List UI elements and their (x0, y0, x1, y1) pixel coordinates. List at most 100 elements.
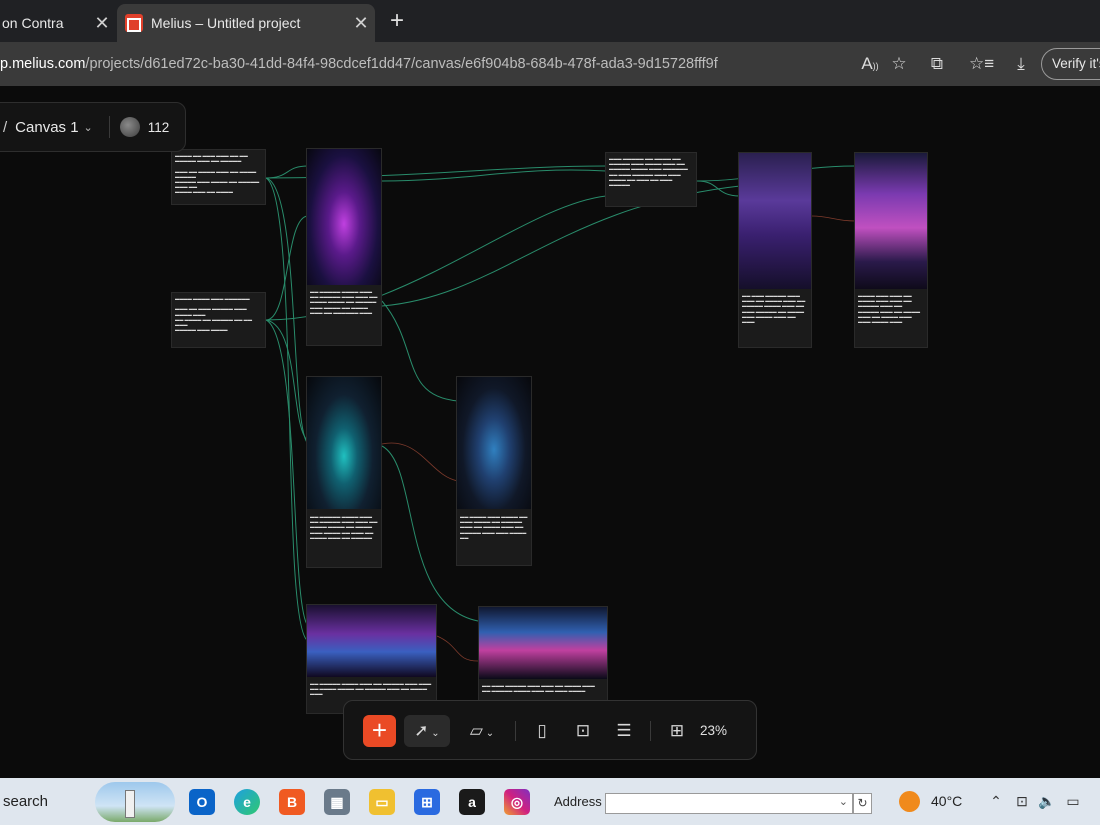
windows-taskbar: search O e B ▦ ▭ ⊞ a ◎ Address ⌄ ↻ 40°C … (0, 778, 1100, 825)
generated-image (855, 153, 927, 289)
generated-image (739, 153, 811, 289)
image-node[interactable]: ▬▬ ▬▬▬ ▬▬▬▬▬ ▬▬▬ ▬▬▬ ▬▬ ▬▬▬▬ ▬▬▬ ▬▬ ▬▬▬▬… (738, 152, 812, 348)
prompt-text: ▬▬▬ ▬▬▬▬▬ ▬▬ ▬▬▬▬ ▬▬ ▬▬▬▬▬ ▬▬▬ ▬▬▬▬ ▬▬▬ … (609, 156, 688, 188)
prompt-text: ▬▬▬▬ ▬▬ ▬▬▬ ▬▬▬ ▬▬ ▬▬ ▬▬▬▬▬ ▬▬▬ ▬▬ ▬▬▬▬▬… (175, 153, 260, 195)
connector-line (265, 177, 309, 642)
connector-line (381, 442, 459, 482)
map-icon: ⊞ (669, 721, 685, 740)
calculator-icon[interactable]: ▦ (324, 789, 350, 815)
tab-melius[interactable]: Melius – Untitled project ✕ (117, 4, 375, 42)
address-toolbar-input[interactable]: ⌄ (605, 793, 853, 814)
chevron-down-icon: ⌄ (482, 728, 495, 739)
image-caption: ▬▬▬▬ ▬▬▬ ▬▬▬ ▬▬ ▬▬▬▬ ▬▬▬ ▬▬▬ ▬▬ ▬▬▬▬▬ ▬▬… (858, 293, 921, 325)
document-icon: ▯ (537, 721, 547, 740)
close-tab-icon[interactable]: ✕ (347, 13, 375, 34)
image-node[interactable]: ▬▬▬▬ ▬▬▬ ▬▬▬ ▬▬ ▬▬▬▬ ▬▬▬ ▬▬▬ ▬▬ ▬▬▬▬▬ ▬▬… (854, 152, 928, 348)
connector-line (265, 177, 309, 445)
breadcrumb-separator: / (3, 118, 8, 136)
divider (108, 116, 110, 138)
image-search-icon: ⊡ (575, 721, 591, 740)
image-caption: ▬▬ ▬▬▬▬ ▬▬▬ ▬▬▬▬ ▬▬ ▬▬▬ ▬▬▬▬ ▬▬ ▬▬▬▬▬ ▬▬… (460, 514, 528, 540)
instagram-icon[interactable]: ◎ (504, 789, 530, 815)
select-tool-button[interactable]: ➚ ⌄ (404, 715, 450, 747)
url-field[interactable]: p.melius.com/projects/d61ed72c-ba30-41dd… (0, 48, 850, 80)
chevron-down-icon[interactable]: ⌄ (839, 795, 848, 808)
cursor-arrow-icon: ➚ (414, 721, 429, 740)
layout-button[interactable]: ☰ (612, 715, 636, 747)
prompt-node[interactable]: ▬▬▬ ▬▬▬▬▬ ▬▬ ▬▬▬▬ ▬▬ ▬▬▬▬▬ ▬▬▬ ▬▬▬▬ ▬▬▬ … (605, 152, 697, 207)
extensions-icon[interactable]: ⧉ (925, 52, 949, 76)
brave-icon[interactable]: B (279, 789, 305, 815)
image-search-button[interactable]: ⊡ (571, 715, 595, 747)
image-node[interactable]: ▬▬ ▬▬▬▬▬ ▬▬▬▬ ▬▬▬ ▬▬ ▬▬▬▬▬ ▬▬▬ ▬▬▬ ▬▬ ▬▬… (306, 148, 382, 346)
connector-line (381, 169, 607, 182)
chevron-up-icon[interactable]: ⌃ (987, 791, 1005, 811)
edge-icon[interactable]: e (234, 789, 260, 815)
document-button[interactable]: ▯ (530, 715, 554, 747)
network-icon[interactable]: ⊡ (1013, 791, 1031, 811)
tab-label: Melius – Untitled project (151, 15, 301, 31)
sticky-note-icon: ▱ (469, 721, 483, 740)
connector-line (811, 215, 856, 222)
canvas-selector[interactable]: / Canvas 1 ⌄ 112 (0, 102, 186, 152)
generated-image (307, 605, 436, 677)
chevron-down-icon: ⌄ (428, 728, 440, 739)
url-host: p.melius.com (0, 56, 86, 72)
canvas-toolbar: + ➚ ⌄ ▱ ⌄ ▯ ⊡ ☰ ⊞ 23% (343, 700, 757, 760)
verify-button[interactable]: Verify it's (1041, 48, 1100, 80)
image-caption: ▬▬ ▬▬▬ ▬▬▬▬▬ ▬▬▬ ▬▬▬ ▬▬ ▬▬▬▬ ▬▬▬ ▬▬ ▬▬▬▬… (482, 683, 595, 694)
browser-tab-strip: on Contra ✕ Melius – Untitled project ✕ … (0, 0, 1100, 42)
image-caption: ▬▬ ▬▬▬▬▬ ▬▬▬▬ ▬▬▬ ▬▬ ▬▬▬▬▬ ▬▬▬ ▬▬▬ ▬▬ ▬▬… (310, 514, 378, 540)
add-node-button[interactable]: + (363, 715, 396, 747)
weather-sun-icon[interactable] (899, 791, 920, 812)
url-path: /projects/d61ed72c-ba30-41dd-84f4-98cdce… (85, 56, 718, 72)
image-caption: ▬▬ ▬▬▬ ▬▬▬▬▬ ▬▬▬ ▬▬▬ ▬▬ ▬▬▬▬ ▬▬▬ ▬▬ ▬▬▬▬… (742, 293, 806, 325)
outlook-icon[interactable]: O (189, 789, 215, 815)
image-caption: ▬▬ ▬▬▬▬▬ ▬▬▬▬ ▬▬▬ ▬▬ ▬▬▬▬▬ ▬▬▬ ▬▬▬ ▬▬ ▬▬… (310, 289, 378, 315)
prompt-node[interactable]: ▬▬▬▬ ▬▬▬▬ ▬▬▬ ▬▬▬▬▬▬ ▬▬▬ ▬▬ ▬▬▬ ▬▬▬▬▬ ▬▬▬… (171, 292, 266, 348)
screen: on Contra ✕ Melius – Untitled project ✕ … (0, 0, 1100, 825)
connector-line (265, 165, 309, 179)
temperature[interactable]: 40°C (931, 778, 962, 825)
file-explorer-icon[interactable]: ▭ (369, 789, 395, 815)
minimap-button[interactable]: ⊞ (664, 715, 690, 747)
close-tab-icon[interactable]: ✕ (88, 13, 116, 34)
favorites-list-icon[interactable]: ☆≡ (969, 52, 994, 76)
tab-label: on Contra (2, 15, 64, 31)
connector-line (436, 635, 479, 662)
divider (515, 721, 516, 741)
connector-line (265, 319, 309, 627)
address-toolbar-label: Address (554, 794, 602, 809)
prompt-text: ▬▬▬▬ ▬▬▬▬ ▬▬▬ ▬▬▬▬▬▬ ▬▬▬ ▬▬ ▬▬▬ ▬▬▬▬▬ ▬▬▬… (175, 296, 253, 333)
image-node[interactable]: ▬▬ ▬▬▬▬▬ ▬▬▬▬ ▬▬▬ ▬▬ ▬▬▬▬▬ ▬▬▬ ▬▬▬ ▬▬ ▬▬… (306, 376, 382, 568)
image-node[interactable]: ▬▬ ▬▬▬▬▬ ▬▬▬▬ ▬▬▬ ▬▬ ▬▬▬▬▬ ▬▬▬ ▬▬▬ ▬▬ ▬▬… (306, 604, 437, 714)
image-node[interactable]: ▬▬ ▬▬▬ ▬▬▬▬▬ ▬▬▬ ▬▬▬ ▬▬ ▬▬▬▬ ▬▬▬ ▬▬ ▬▬▬▬… (478, 606, 608, 701)
credits-icon (119, 117, 140, 137)
connector-line (696, 180, 741, 197)
sticky-note-tool-button[interactable]: ▱ ⌄ (462, 715, 502, 747)
generated-image (307, 149, 381, 285)
zoom-level[interactable]: 23% (700, 715, 727, 747)
image-node[interactable]: ▬▬ ▬▬▬▬ ▬▬▬ ▬▬▬▬ ▬▬ ▬▬▬ ▬▬▬▬ ▬▬ ▬▬▬▬▬ ▬▬… (456, 376, 532, 566)
generated-image (307, 377, 381, 509)
prompt-node[interactable]: ▬▬▬▬ ▬▬ ▬▬▬ ▬▬▬ ▬▬ ▬▬ ▬▬▬▬▬ ▬▬▬ ▬▬ ▬▬▬▬▬… (171, 149, 266, 205)
new-tab-button[interactable]: + (384, 8, 410, 34)
refresh-icon[interactable]: ↻ (853, 793, 872, 814)
amazon-icon[interactable]: a (459, 789, 485, 815)
connector-line (381, 300, 459, 402)
volume-icon[interactable]: 🔈 (1038, 791, 1056, 811)
image-caption: ▬▬ ▬▬▬▬▬ ▬▬▬▬ ▬▬▬ ▬▬ ▬▬▬▬▬ ▬▬▬ ▬▬▬ ▬▬ ▬▬… (310, 681, 432, 697)
search-highlight-image (95, 782, 175, 822)
downloads-icon[interactable]: ⤓ (1009, 52, 1033, 76)
favorite-star-icon[interactable]: ☆ (887, 52, 911, 76)
microsoft-store-icon[interactable]: ⊞ (414, 789, 440, 815)
melius-favicon-icon (125, 14, 143, 32)
chevron-down-icon: ⌄ (83, 121, 93, 134)
battery-icon[interactable]: ▭ (1064, 791, 1082, 811)
taskbar-search[interactable]: search (0, 778, 180, 825)
divider (650, 721, 651, 741)
tab-contra[interactable]: on Contra ✕ (0, 4, 116, 42)
workflow-canvas[interactable]: ▬▬▬▬ ▬▬ ▬▬▬ ▬▬▬ ▬▬ ▬▬ ▬▬▬▬▬ ▬▬▬ ▬▬ ▬▬▬▬▬… (0, 86, 1100, 778)
generated-image (457, 377, 531, 509)
read-aloud-icon[interactable]: A)) (858, 52, 882, 76)
